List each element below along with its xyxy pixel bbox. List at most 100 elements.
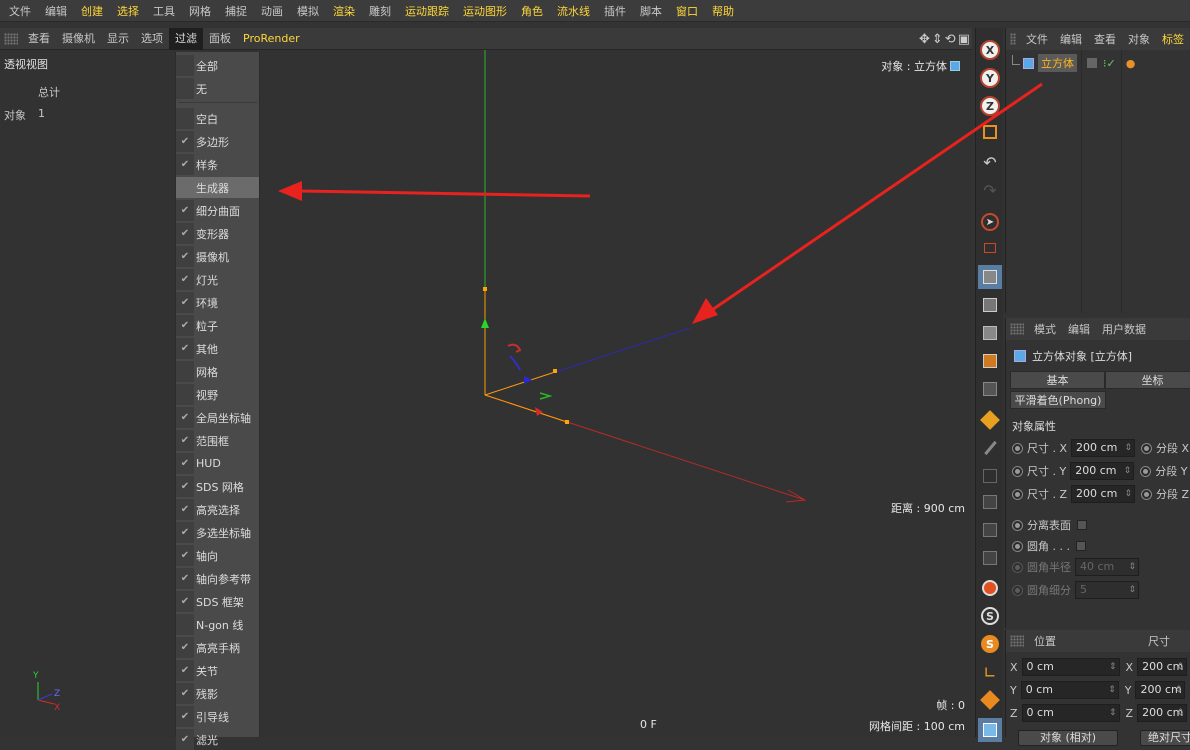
om-menu-3[interactable]: 对象 [1122,31,1156,47]
editor-visibility-icon[interactable] [1087,58,1097,68]
viewport-menu-1[interactable]: 摄像机 [56,28,101,50]
filter-item-12[interactable]: ✔ 其他 [176,338,259,359]
menu-3[interactable]: 选择 [110,3,146,19]
size-field[interactable]: 200 cm [1071,439,1136,457]
menu-4[interactable]: 工具 [146,3,182,19]
size-field[interactable]: 200 cm [1070,462,1135,480]
size-field[interactable]: 200 cm [1137,658,1188,676]
animation-radio-icon[interactable] [1012,488,1023,500]
animation-radio-icon[interactable] [1012,519,1023,531]
filter-item-28[interactable]: ✔ 引导线 [176,706,259,727]
fillet-checkbox[interactable] [1075,541,1086,551]
filter-item-13[interactable]: 网格 [176,361,259,382]
filter-item-14[interactable]: 视野 [176,384,259,405]
filter-item-23[interactable]: ✔ SDS 框架 [176,591,259,612]
grip-handle-icon[interactable] [1010,635,1024,647]
filter-item-22[interactable]: ✔ 轴向参考带 [176,568,259,589]
coordinate-system-icon[interactable] [978,120,1002,144]
rectangle-selection-icon[interactable] [978,236,1002,260]
maximize-view-icon[interactable]: ▣ [958,32,970,47]
viewport-menu-4[interactable]: 过滤 [169,27,203,50]
om-menu-4[interactable]: 标签 [1156,31,1190,47]
filter-item-19[interactable]: ✔ 高亮选择 [176,499,259,520]
filter-item-26[interactable]: ✔ 关节 [176,660,259,681]
menu-12[interactable]: 运动图形 [456,3,514,19]
grip-handle-icon[interactable] [4,32,18,45]
am-menu-2[interactable]: 用户数据 [1096,321,1152,337]
animation-radio-icon[interactable] [1012,540,1023,552]
filter-item-20[interactable]: ✔ 多选坐标轴 [176,522,259,543]
menu-16[interactable]: 脚本 [633,3,669,19]
live-selection-icon[interactable]: ➤ [978,210,1002,234]
snap-settings-icon[interactable]: S [978,632,1002,656]
size-field[interactable]: 200 cm [1137,704,1188,722]
edge-mode-icon[interactable] [978,349,1002,373]
menu-8[interactable]: 模拟 [290,3,326,19]
filter-item-10[interactable]: ✔ 环境 [176,292,259,313]
animation-radio-icon[interactable] [1141,488,1153,500]
filter-item-27[interactable]: ✔ 残影 [176,683,259,704]
knife-icon[interactable] [978,464,1002,488]
polygon-mode-icon[interactable] [978,377,1002,401]
am-menu-0[interactable]: 模式 [1028,321,1062,337]
enabled-check-icon[interactable]: ⁝✓ [1103,57,1116,70]
position-field[interactable]: 0 cm [1021,658,1120,676]
tab-coord[interactable]: 坐标 [1105,371,1190,389]
position-field[interactable]: 0 cm [1021,704,1120,722]
absolute-size-button[interactable]: 绝对尺寸 [1140,730,1190,746]
filter-item-15[interactable]: ✔ 全局坐标轴 [176,407,259,428]
object-mode-icon[interactable] [978,293,1002,317]
menu-10[interactable]: 雕刻 [362,3,398,19]
magnet-icon[interactable] [978,576,1002,600]
filter-item-4[interactable]: ✔ 样条 [176,154,259,175]
om-menu-0[interactable]: 文件 [1020,31,1054,47]
filter-item-11[interactable]: ✔ 粒子 [176,315,259,336]
filter-item-16[interactable]: ✔ 范围框 [176,430,259,451]
sculpt-icon[interactable] [978,436,1002,460]
filter-item-6[interactable]: ✔ 细分曲面 [176,200,259,221]
move-view-icon[interactable]: ✥ [919,32,930,47]
viewport-menu-0[interactable]: 查看 [22,28,56,50]
menu-5[interactable]: 网格 [182,3,218,19]
filter-item-0[interactable]: 全部 [176,55,259,76]
filter-item-5[interactable]: 生成器 [176,177,259,198]
menu-0[interactable]: 文件 [2,3,38,19]
rotate-view-icon[interactable]: ⟲ [945,32,956,47]
object-name[interactable]: 立方体 [1038,54,1077,72]
filter-item-24[interactable]: N-gon 线 [176,614,259,635]
menu-7[interactable]: 动画 [254,3,290,19]
filter-item-8[interactable]: ✔ 摄像机 [176,246,259,267]
perspective-viewport[interactable]: 透视视图 总计 对象 1 对象 : 立方体 距离 : 900 cm 帧 : 0 … [0,50,972,737]
menu-6[interactable]: 捕捉 [218,3,254,19]
animation-radio-icon[interactable] [1012,465,1023,477]
menu-13[interactable]: 角色 [514,3,550,19]
filter-item-18[interactable]: ✔ SDS 网格 [176,476,259,497]
viewport-menu-5[interactable]: 面板 [203,28,237,50]
grip-handle-icon[interactable] [1010,323,1024,335]
filter-item-3[interactable]: ✔ 多边形 [176,131,259,152]
grip-handle-icon[interactable] [1010,33,1016,45]
menu-14[interactable]: 流水线 [550,3,597,19]
snap-icon[interactable]: S [978,604,1002,628]
material-tag-icon[interactable]: ● [1126,57,1136,70]
filter-item-21[interactable]: ✔ 轴向 [176,545,259,566]
menu-2[interactable]: 创建 [74,3,110,19]
animation-radio-icon[interactable] [1140,465,1152,477]
menu-11[interactable]: 运动跟踪 [398,3,456,19]
uv-mode-icon[interactable] [978,408,1002,432]
menu-9[interactable]: 渲染 [326,3,362,19]
viewport-menu-6[interactable]: ProRender [237,28,306,50]
object-row-cube[interactable]: 立方体 ⁝✓ ● [1006,53,1190,73]
am-menu-1[interactable]: 编辑 [1062,321,1096,337]
om-menu-1[interactable]: 编辑 [1054,31,1088,47]
menu-1[interactable]: 编辑 [38,3,74,19]
viewport-title[interactable]: 透视视图 [4,56,48,72]
workplane-icon[interactable]: ∟ [978,660,1002,684]
tab-basic[interactable]: 基本 [1010,371,1105,389]
tab-phong[interactable]: 平滑着色(Phong) [1010,391,1106,409]
z-axis-lock-icon[interactable]: Z [978,94,1002,118]
menu-18[interactable]: 帮助 [705,3,741,19]
zoom-view-icon[interactable]: ⇕ [932,32,943,47]
object-relative-button[interactable]: 对象 (相对) [1018,730,1118,746]
filter-item-7[interactable]: ✔ 变形器 [176,223,259,244]
